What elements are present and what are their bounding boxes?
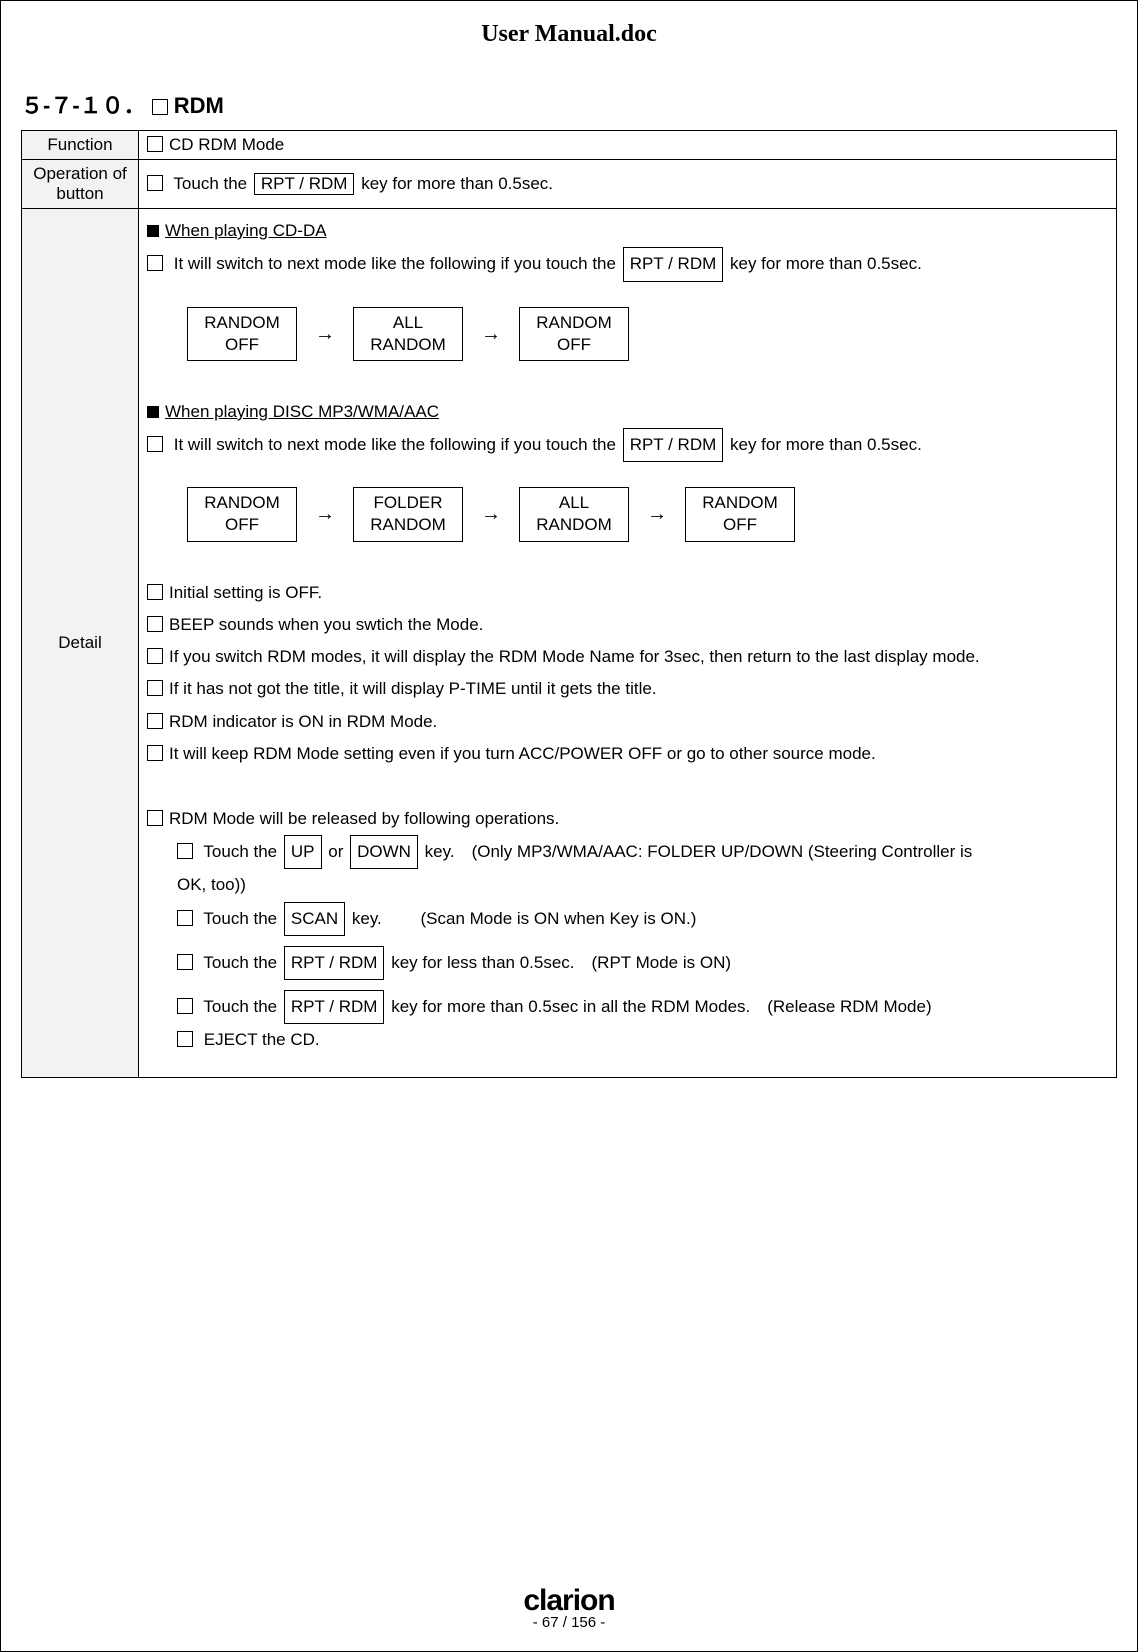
release-line-wrap: OK, too)) <box>177 869 1108 901</box>
sub2-title: When playing DISC MP3/WMA/AAC <box>165 402 439 421</box>
flow-box: RANDOMOFF <box>685 487 795 541</box>
detail-line: BEEP sounds when you swtich the Mode. <box>147 609 1108 641</box>
function-text: CD RDM Mode <box>169 135 284 154</box>
page-footer: clarion - 67 / 156 - <box>1 1584 1137 1631</box>
sub1-title: When playing CD-DA <box>165 221 327 240</box>
checkbox-icon <box>177 910 193 926</box>
sub-heading-cdda: When playing CD-DA <box>147 215 1108 247</box>
label-detail: Detail <box>22 209 139 1078</box>
arrow-icon: → <box>315 315 335 353</box>
checkbox-icon <box>152 99 168 115</box>
flow-box: RANDOMOFF <box>519 307 629 361</box>
release-line: EJECT the CD. <box>177 1024 1108 1056</box>
flow-box: RANDOMOFF <box>187 307 297 361</box>
page-number: - 67 / 156 - <box>1 1614 1137 1631</box>
key-rpt-rdm: RPT / RDM <box>284 946 385 980</box>
arrow-icon: → <box>481 315 501 353</box>
checkbox-icon <box>147 680 163 696</box>
release-line: Touch the RPT / RDM key for less than 0.… <box>177 946 1108 980</box>
detail-line: If it has not got the title, it will dis… <box>147 673 1108 705</box>
arrow-icon: → <box>315 495 335 533</box>
label-function: Function <box>22 131 139 160</box>
detail-line: If you switch RDM modes, it will display… <box>147 641 1108 673</box>
arrow-icon: → <box>481 495 501 533</box>
detail-line: RDM Mode will be released by following o… <box>147 803 1108 835</box>
document-page: User Manual.doc ５-７-１０． RDM Function CD … <box>0 0 1138 1652</box>
detail-cell: When playing CD-DA It will switch to nex… <box>139 209 1117 1078</box>
flow-diagram-1: RANDOMOFF → ALLRANDOM → RANDOMOFF <box>187 307 1108 361</box>
brand-logo: clarion <box>1 1584 1137 1618</box>
switch-prefix: It will switch to next mode like the fol… <box>174 435 616 454</box>
release-line: Touch the UP or DOWN key. (Only MP3/WMA/… <box>177 835 1108 869</box>
detail-line: It will keep RDM Mode setting even if yo… <box>147 738 1108 770</box>
checkbox-icon <box>147 713 163 729</box>
key-rpt-rdm: RPT / RDM <box>623 428 724 462</box>
operation-cell: Touch the RPT / RDM key for more than 0.… <box>139 160 1117 209</box>
flow-box: FOLDERRANDOM <box>353 487 463 541</box>
checkbox-icon <box>177 843 193 859</box>
detail-line: Initial setting is OFF. <box>147 577 1108 609</box>
key-rpt-rdm: RPT / RDM <box>623 247 724 281</box>
spec-table: Function CD RDM Mode Operation of button… <box>21 130 1117 1078</box>
checkbox-icon <box>147 255 163 271</box>
release-line: Touch the RPT / RDM key for more than 0.… <box>177 990 1108 1024</box>
square-bullet-icon <box>147 225 159 237</box>
checkbox-icon <box>147 810 163 826</box>
square-bullet-icon <box>147 406 159 418</box>
checkbox-icon <box>177 1031 193 1047</box>
flow-diagram-2: RANDOMOFF → FOLDERRANDOM → ALLRANDOM → R… <box>187 487 1108 541</box>
function-cell: CD RDM Mode <box>139 131 1117 160</box>
checkbox-icon <box>177 954 193 970</box>
switch-suffix: key for more than 0.5sec. <box>730 254 922 273</box>
key-rpt-rdm: RPT / RDM <box>284 990 385 1024</box>
section-number: ５-７-１０． <box>21 93 146 118</box>
key-scan: SCAN <box>284 902 345 936</box>
doc-title: User Manual.doc <box>21 21 1117 48</box>
section-title: RDM <box>174 93 224 118</box>
checkbox-icon <box>147 436 163 452</box>
sub-heading-mp3: When playing DISC MP3/WMA/AAC <box>147 396 1108 428</box>
checkbox-icon <box>147 745 163 761</box>
flow-box: ALLRANDOM <box>353 307 463 361</box>
operation-prefix: Touch the <box>173 174 247 193</box>
key-rpt-rdm: RPT / RDM <box>254 173 355 195</box>
label-operation: Operation of button <box>22 160 139 209</box>
switch-suffix: key for more than 0.5sec. <box>730 435 922 454</box>
release-line: Touch the SCAN key. (Scan Mode is ON whe… <box>177 902 1108 936</box>
arrow-icon: → <box>647 495 667 533</box>
key-down: DOWN <box>350 835 418 869</box>
switch-prefix: It will switch to next mode like the fol… <box>174 254 616 273</box>
switch-line-1: It will switch to next mode like the fol… <box>147 247 1108 281</box>
checkbox-icon <box>147 616 163 632</box>
section-heading: ５-７-１０． RDM <box>21 88 1117 120</box>
checkbox-icon <box>147 175 163 191</box>
checkbox-icon <box>147 584 163 600</box>
switch-line-2: It will switch to next mode like the fol… <box>147 428 1108 462</box>
operation-suffix: key for more than 0.5sec. <box>361 174 553 193</box>
detail-line: RDM indicator is ON in RDM Mode. <box>147 706 1108 738</box>
checkbox-icon <box>147 136 163 152</box>
checkbox-icon <box>147 648 163 664</box>
flow-box: ALLRANDOM <box>519 487 629 541</box>
checkbox-icon <box>177 998 193 1014</box>
key-up: UP <box>284 835 322 869</box>
flow-box: RANDOMOFF <box>187 487 297 541</box>
